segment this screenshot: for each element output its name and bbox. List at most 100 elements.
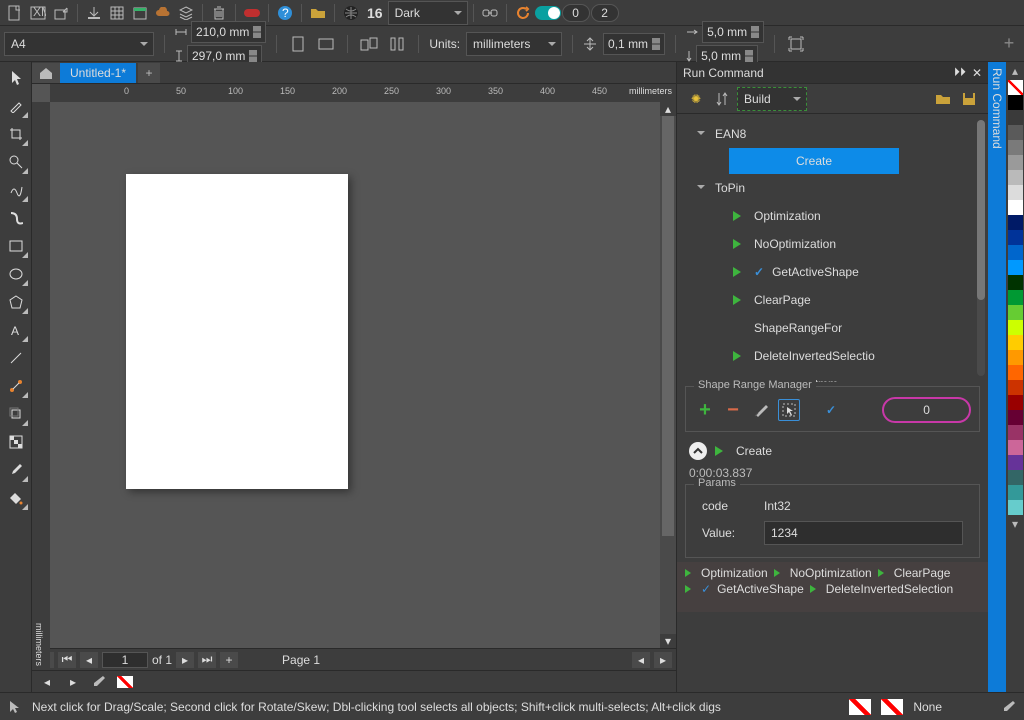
swatch[interactable] <box>1008 170 1023 185</box>
link-icon[interactable] <box>479 2 501 24</box>
srm-add-icon[interactable]: + <box>694 399 716 421</box>
columns-icon[interactable] <box>386 33 408 55</box>
swatch[interactable] <box>1008 125 1023 140</box>
swatch[interactable] <box>1008 230 1023 245</box>
srm-clear-icon[interactable] <box>750 399 772 421</box>
shape-edit-tool[interactable] <box>3 93 29 119</box>
facing-pages-icon[interactable] <box>358 33 380 55</box>
swatch[interactable] <box>1008 335 1023 350</box>
scroll-right-icon[interactable]: ▸ <box>654 652 672 668</box>
swatch[interactable] <box>1008 110 1023 125</box>
tree-node-ean8[interactable]: EAN8 <box>677 120 988 148</box>
refresh-icon[interactable] <box>512 2 534 24</box>
dup-x-input[interactable]: 5,0 mm <box>702 21 764 43</box>
portrait-icon[interactable] <box>287 33 309 55</box>
transparency-tool[interactable] <box>3 429 29 455</box>
tree-item-getactiveshape[interactable]: ✓GetActiveShape <box>677 258 988 286</box>
landscape-icon[interactable] <box>315 33 337 55</box>
swatch[interactable] <box>1008 245 1023 260</box>
run-play-icon[interactable] <box>715 446 728 456</box>
snap-toggle[interactable] <box>535 6 561 20</box>
calendar-icon[interactable] <box>129 2 151 24</box>
next-page-icon[interactable]: ▸ <box>176 652 194 668</box>
tree-node-topin[interactable]: ToPin <box>677 174 988 202</box>
tree-item-deleteinverted[interactable]: DeleteInvertedSelectio <box>677 342 988 370</box>
spark-icon[interactable]: ✺ <box>685 88 707 110</box>
sort-icon[interactable] <box>711 88 733 110</box>
scroll-up-icon[interactable]: ▴ <box>660 102 676 116</box>
create-button[interactable]: Create <box>729 148 899 174</box>
edit-fill-icon[interactable] <box>88 671 110 693</box>
help-icon[interactable]: ? <box>274 2 296 24</box>
pick-tool[interactable] <box>3 65 29 91</box>
swatch[interactable] <box>1008 410 1023 425</box>
globe-icon[interactable] <box>340 2 362 24</box>
fill-tool[interactable] <box>3 485 29 511</box>
tree-scrollbar[interactable] <box>977 120 985 376</box>
swatch[interactable] <box>1008 440 1023 455</box>
play-icon[interactable] <box>685 585 695 593</box>
last-page-icon[interactable]: ⏭ <box>198 652 216 668</box>
hist-optimization[interactable]: Optimization <box>701 566 768 580</box>
hist-nooptimization[interactable]: NoOptimization <box>790 566 872 580</box>
effects-tool[interactable] <box>3 401 29 427</box>
swatch[interactable] <box>1008 320 1023 335</box>
collapse-up-icon[interactable] <box>689 442 707 460</box>
scroll-thumb[interactable] <box>662 116 674 536</box>
canvas[interactable]: ▴ ▾ <box>50 102 676 648</box>
no-color-swatch[interactable] <box>1008 80 1023 95</box>
bleed-icon[interactable] <box>785 33 807 55</box>
connector-tool[interactable] <box>3 373 29 399</box>
fill-none-icon[interactable] <box>849 699 871 715</box>
document-tab[interactable]: Untitled-1* <box>60 63 136 83</box>
scroll-left-icon[interactable]: ◂ <box>632 652 650 668</box>
swatch[interactable] <box>1008 260 1023 275</box>
play-icon[interactable] <box>810 585 820 593</box>
scrollbar-vertical[interactable]: ▴ ▾ <box>660 102 676 648</box>
ellipse-tool[interactable] <box>3 261 29 287</box>
add-toolbar-icon[interactable]: + <box>998 33 1020 55</box>
artistic-media-tool[interactable] <box>3 205 29 231</box>
swatch[interactable] <box>1008 140 1023 155</box>
play-icon[interactable] <box>878 569 888 577</box>
srm-check-icon[interactable]: ✓ <box>826 403 836 417</box>
save-script-icon[interactable] <box>958 88 980 110</box>
swatch[interactable] <box>1008 485 1023 500</box>
swatch[interactable] <box>1008 470 1023 485</box>
swatch[interactable] <box>1008 500 1023 515</box>
first-page-icon[interactable]: ⏮ <box>58 652 76 668</box>
export-icon[interactable] <box>50 2 72 24</box>
nudge-input[interactable]: 0,1 mm <box>603 33 665 55</box>
ruler-vertical[interactable]: millimeters <box>32 102 50 670</box>
open-script-icon[interactable] <box>932 88 954 110</box>
expand-icon[interactable] <box>697 129 707 139</box>
eyedropper-tool[interactable] <box>3 457 29 483</box>
units-select[interactable]: millimeters <box>466 32 562 56</box>
add-tab[interactable]: + <box>138 63 160 83</box>
zoom-tool[interactable] <box>3 149 29 175</box>
play-icon[interactable] <box>685 569 695 577</box>
page-number-input[interactable] <box>102 652 148 668</box>
swatch[interactable] <box>1008 215 1023 230</box>
line-tool[interactable] <box>3 345 29 371</box>
panel-close-icon[interactable]: ✕ <box>972 66 982 80</box>
play-icon[interactable] <box>774 569 784 577</box>
swatch[interactable] <box>1008 155 1023 170</box>
swatch[interactable] <box>1008 395 1023 410</box>
cloud-icon[interactable] <box>152 2 174 24</box>
scroll-down-icon[interactable]: ▾ <box>660 634 676 648</box>
srm-remove-icon[interactable]: − <box>722 399 744 421</box>
swatch[interactable] <box>1008 185 1023 200</box>
tree-item-optimization[interactable]: Optimization <box>677 202 988 230</box>
build-select[interactable]: Build <box>737 87 807 111</box>
swatch[interactable] <box>1008 365 1023 380</box>
palette-up-icon[interactable]: ▴ <box>1006 62 1024 80</box>
view-prev-icon[interactable]: ◂ <box>36 671 58 693</box>
docker-tab-run-command[interactable]: Run Command <box>988 62 1006 692</box>
swatch[interactable] <box>1008 350 1023 365</box>
page-width-input[interactable]: 210,0 mm <box>191 21 266 43</box>
param-value-input[interactable] <box>764 521 963 545</box>
swatch[interactable] <box>1008 425 1023 440</box>
prev-page-icon[interactable]: ◂ <box>80 652 98 668</box>
palette-down-icon[interactable]: ▾ <box>1006 515 1024 533</box>
